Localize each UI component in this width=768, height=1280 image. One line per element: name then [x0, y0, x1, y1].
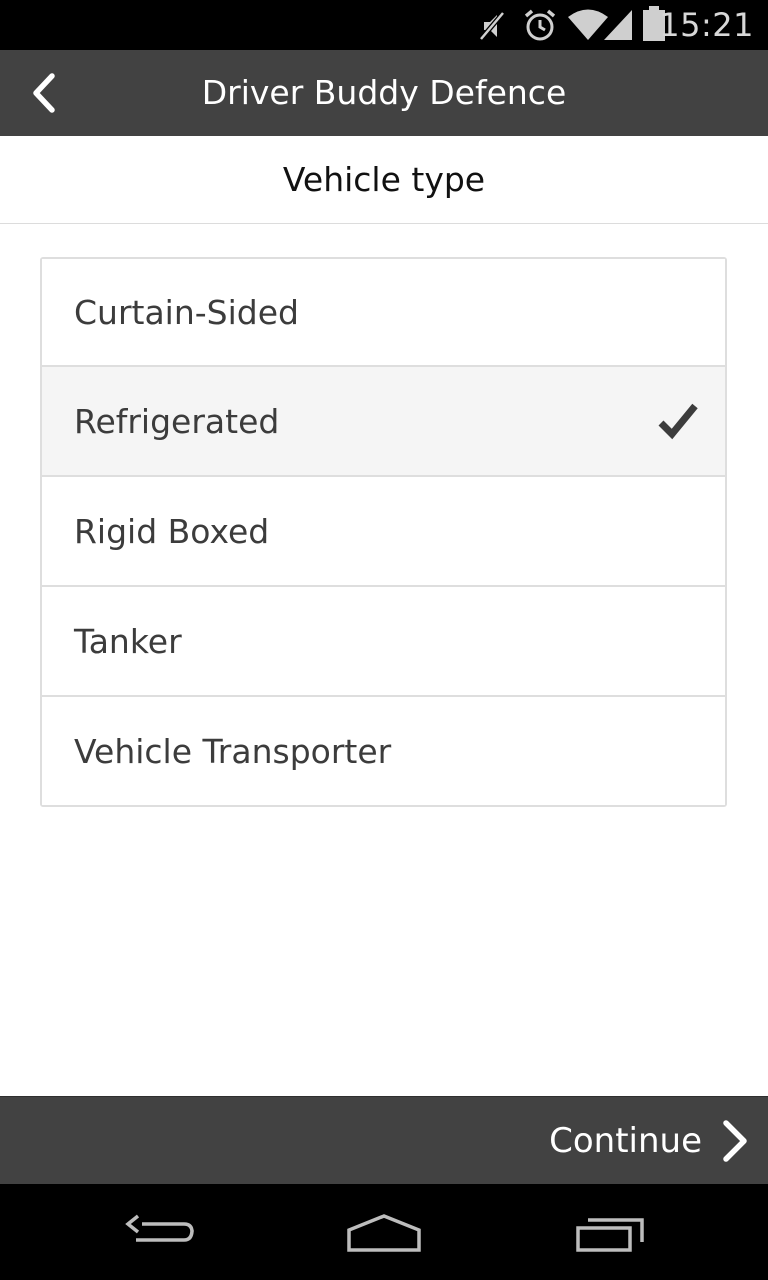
app-title: Driver Buddy Defence: [201, 73, 567, 112]
bottom-bar: Continue: [0, 1096, 768, 1184]
option-label: Curtain-Sided: [74, 292, 299, 332]
option-label: Refrigerated: [74, 401, 280, 441]
back-button[interactable]: [22, 70, 68, 116]
continue-label: Continue: [549, 1121, 702, 1161]
mute-icon: [478, 10, 506, 46]
option-curtain-sided[interactable]: Curtain-Sided: [42, 259, 725, 365]
option-vehicle-transporter[interactable]: Vehicle Transporter: [42, 695, 725, 805]
continue-button[interactable]: Continue: [549, 1097, 750, 1185]
option-rigid-boxed[interactable]: Rigid Boxed: [42, 475, 725, 585]
vehicle-type-list: Curtain-Sided Refrigerated Rigid Boxed T…: [40, 257, 727, 807]
option-refrigerated[interactable]: Refrigerated: [42, 365, 725, 475]
recents-nav-icon: [576, 1218, 644, 1252]
app-bar: Driver Buddy Defence: [0, 50, 768, 136]
nav-back-button[interactable]: [122, 1212, 198, 1260]
chevron-left-icon: [33, 73, 55, 113]
signal-icon: [604, 8, 634, 46]
nav-recents-button[interactable]: [574, 1214, 648, 1258]
option-label: Rigid Boxed: [74, 511, 270, 551]
status-time: 15:21: [659, 6, 754, 44]
wifi-icon: [568, 8, 608, 46]
back-nav-icon: [125, 1214, 194, 1242]
page-title: Vehicle type: [282, 160, 486, 199]
alarm-icon: [522, 8, 558, 46]
page-header: Vehicle type: [0, 136, 768, 224]
checkmark-icon: [658, 403, 698, 440]
home-nav-icon: [347, 1214, 421, 1252]
screen: 15:21 Driver Buddy Defence Vehicle type …: [0, 0, 768, 1280]
status-bar: 15:21: [0, 0, 768, 50]
option-tanker[interactable]: Tanker: [42, 585, 725, 695]
chevron-right-icon: [723, 1120, 747, 1162]
nav-home-button[interactable]: [345, 1214, 423, 1258]
nav-bar: [0, 1184, 768, 1280]
option-label: Tanker: [74, 621, 182, 661]
option-label: Vehicle Transporter: [74, 731, 392, 771]
